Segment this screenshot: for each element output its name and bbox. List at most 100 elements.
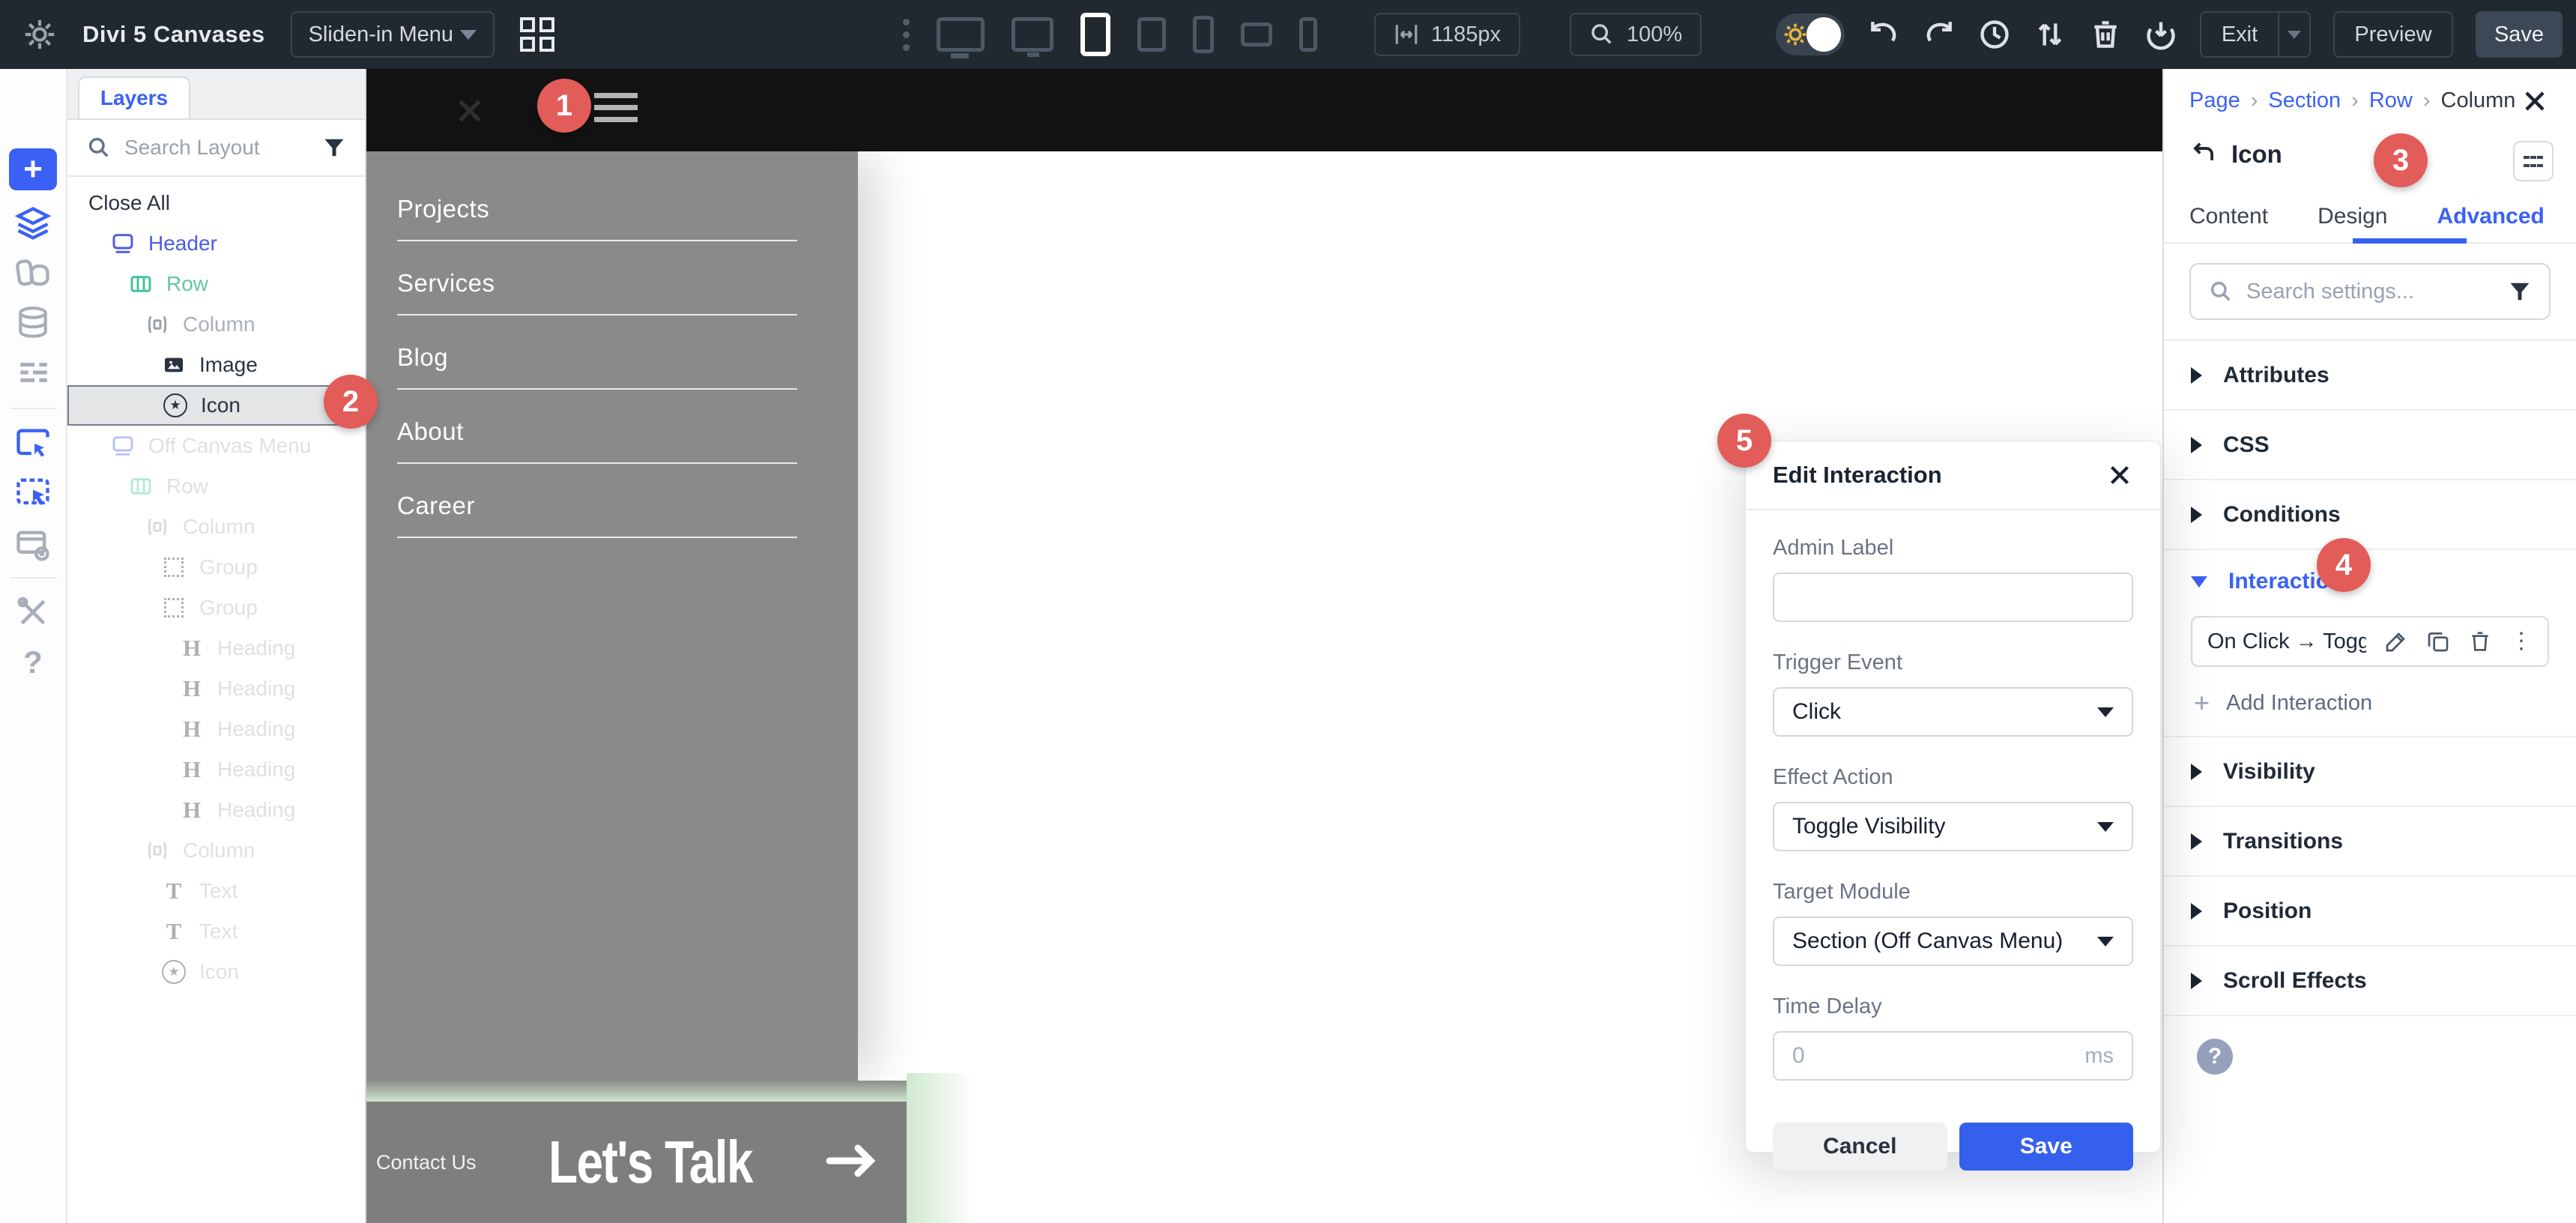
tools-icon[interactable] xyxy=(14,594,52,631)
layer-column[interactable]: Column xyxy=(67,830,365,871)
layer-column[interactable]: Column xyxy=(67,507,365,547)
preview-button[interactable]: Preview xyxy=(2333,11,2453,58)
grid-view-icon[interactable] xyxy=(520,17,554,52)
database-icon[interactable] xyxy=(14,304,52,342)
help-question-icon[interactable]: ? xyxy=(2197,1039,2233,1075)
save-button[interactable]: Save xyxy=(1959,1123,2134,1171)
exit-dropdown-caret[interactable] xyxy=(2278,11,2311,58)
arrow-right-icon[interactable] xyxy=(824,1140,880,1186)
tab-advanced[interactable]: Advanced xyxy=(2437,204,2544,229)
layout-selector-dropdown[interactable]: Sliden-in Menu xyxy=(291,11,495,58)
modal-close-icon[interactable] xyxy=(2106,462,2133,489)
layer-group[interactable]: Group xyxy=(67,547,365,588)
hamburger-menu-icon[interactable] xyxy=(594,93,638,122)
tablet-portrait-view-icon-active[interactable] xyxy=(1080,13,1110,56)
small-phone-view-icon[interactable] xyxy=(1299,17,1317,52)
settings-search-input[interactable] xyxy=(2246,280,2495,304)
toolbar-save-button[interactable]: Save xyxy=(2476,11,2563,58)
layer-text[interactable]: T Text xyxy=(67,871,365,911)
target-module-select[interactable]: Section (Off Canvas Menu) xyxy=(1773,917,2133,966)
admin-label-input[interactable] xyxy=(1792,585,2114,610)
layer-column[interactable]: Column xyxy=(67,304,365,345)
chevron-right-icon xyxy=(2191,437,2202,453)
duplicate-icon[interactable] xyxy=(2426,629,2450,653)
delete-trash-icon[interactable] xyxy=(2468,629,2492,653)
layer-icon-selected[interactable]: ★ Icon xyxy=(67,385,365,426)
close-panel-icon[interactable] xyxy=(2521,87,2551,117)
layer-text[interactable]: T Text xyxy=(67,911,365,952)
add-module-button[interactable]: + xyxy=(9,148,57,190)
interaction-item-card[interactable]: On Click → Toggle Vis... ⋮ xyxy=(2191,616,2549,667)
trigger-event-select[interactable]: Click xyxy=(1773,687,2133,737)
layer-heading[interactable]: H Heading xyxy=(67,749,365,790)
cancel-button[interactable]: Cancel xyxy=(1773,1123,1947,1171)
trash-icon[interactable] xyxy=(2089,18,2122,51)
layers-search-input[interactable] xyxy=(124,136,309,160)
interaction-active-icon[interactable] xyxy=(13,474,52,513)
add-interaction-button[interactable]: + Add Interaction xyxy=(2164,689,2576,716)
more-options-kebab-icon[interactable]: ⋮ xyxy=(2510,630,2533,653)
tab-design[interactable]: Design xyxy=(2318,204,2387,229)
more-options-icon[interactable] xyxy=(903,19,910,51)
tab-content[interactable]: Content xyxy=(2189,204,2268,229)
accordion-conditions[interactable]: Conditions xyxy=(2164,480,2576,550)
back-arrow-icon[interactable] xyxy=(2189,140,2218,169)
portability-icon[interactable] xyxy=(2144,18,2177,51)
outline-list-icon[interactable] xyxy=(14,354,52,391)
effect-action-select[interactable]: Toggle Visibility xyxy=(1773,802,2133,851)
layer-heading[interactable]: H Heading xyxy=(67,709,365,749)
layer-row[interactable]: Row xyxy=(67,466,365,507)
tablet-landscape-view-icon[interactable] xyxy=(1012,17,1053,52)
layer-heading[interactable]: H Heading xyxy=(67,668,365,709)
layer-image[interactable]: Image xyxy=(67,345,365,385)
filter-funnel-icon[interactable] xyxy=(2509,280,2531,303)
help-icon[interactable]: ? xyxy=(23,644,43,680)
zoom-control[interactable]: 100% xyxy=(1570,13,1702,56)
accordion-scroll-effects[interactable]: Scroll Effects xyxy=(2164,946,2576,1016)
browser-settings-icon[interactable] xyxy=(13,526,52,565)
sort-arrows-icon[interactable] xyxy=(2034,18,2066,51)
edit-pencil-icon[interactable] xyxy=(2384,629,2408,653)
history-clock-icon[interactable] xyxy=(1978,18,2011,51)
accordion-visibility[interactable]: Visibility xyxy=(2164,737,2576,807)
breadcrumb-column[interactable]: Column xyxy=(2441,88,2516,113)
theme-toggle[interactable] xyxy=(1776,13,1845,55)
canvas-width-control[interactable]: 1185px xyxy=(1374,13,1520,56)
layer-heading[interactable]: H Heading xyxy=(67,628,365,668)
menu-item-projects[interactable]: Projects xyxy=(366,195,858,269)
accordion-position[interactable]: Position xyxy=(2164,877,2576,946)
breadcrumb-section[interactable]: Section xyxy=(2268,88,2341,113)
accordion-css[interactable]: CSS xyxy=(2164,411,2576,480)
phone-view-icon[interactable] xyxy=(1193,16,1214,53)
filter-funnel-icon[interactable] xyxy=(323,136,345,159)
interaction-target-icon[interactable] xyxy=(13,424,52,463)
accordion-transitions[interactable]: Transitions xyxy=(2164,807,2576,877)
layer-icon[interactable]: ★ Icon xyxy=(67,952,365,992)
layers-tab[interactable]: Layers xyxy=(78,76,190,118)
layer-offcanvas-section[interactable]: Off Canvas Menu xyxy=(67,426,365,466)
redo-icon[interactable] xyxy=(1923,18,1956,51)
menu-item-career[interactable]: Career xyxy=(366,492,858,566)
breadcrumb-page[interactable]: Page xyxy=(2189,88,2240,113)
breadcrumb-row[interactable]: Row xyxy=(2369,88,2413,113)
panel-dock-icon[interactable] xyxy=(2513,141,2554,181)
layer-group[interactable]: Group xyxy=(67,588,365,628)
templates-icon[interactable] xyxy=(13,255,52,294)
desktop-view-icon[interactable] xyxy=(937,17,985,52)
phone-landscape-view-icon[interactable] xyxy=(1241,22,1272,46)
menu-close-icon[interactable] xyxy=(453,94,486,127)
exit-button[interactable]: Exit xyxy=(2200,11,2278,58)
undo-icon[interactable] xyxy=(1867,18,1900,51)
small-tablet-view-icon[interactable] xyxy=(1137,17,1166,52)
layer-header-section[interactable]: Header xyxy=(67,223,365,264)
settings-gear-icon[interactable] xyxy=(22,17,57,52)
menu-item-services[interactable]: Services xyxy=(366,269,858,343)
close-all-button[interactable]: Close All xyxy=(67,183,365,223)
time-delay-input[interactable] xyxy=(1792,1043,2084,1069)
layer-row[interactable]: Row xyxy=(67,264,365,304)
menu-item-about[interactable]: About xyxy=(366,417,858,492)
accordion-attributes[interactable]: Attributes xyxy=(2164,341,2576,411)
layer-heading[interactable]: H Heading xyxy=(67,790,365,830)
menu-item-blog[interactable]: Blog xyxy=(366,343,858,417)
layers-panel-icon[interactable] xyxy=(13,204,52,243)
